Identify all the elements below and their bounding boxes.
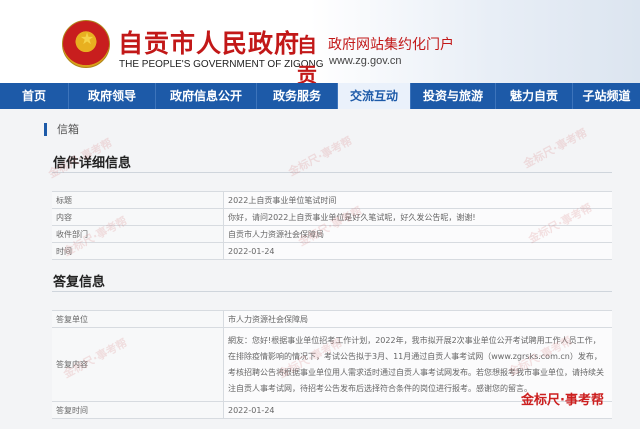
row-label-content: 内容 — [52, 209, 224, 225]
row-value-department: 自贡市人力资源社会保障局 — [224, 226, 612, 242]
nav-item-services[interactable]: 政务服务 — [257, 83, 337, 109]
nav-item-info-disclosure[interactable]: 政府信息公开 — [156, 83, 256, 109]
portal-name: 政府网站集约化门户 — [328, 37, 454, 53]
row-label-reply-content: 答复内容 — [52, 328, 224, 401]
nav-item-sub-sites[interactable]: 子站频道 — [573, 83, 640, 109]
nav-item-home[interactable]: 首页 — [0, 83, 68, 109]
table-row: 答复单位 市人力资源社会保障局 — [52, 311, 612, 328]
row-label-time: 时间 — [52, 243, 224, 259]
table-row: 时间 2022-01-24 — [52, 243, 612, 260]
row-value-title: 2022上自贡事业单位笔试时间 — [224, 192, 612, 208]
portal-url: www.zg.gov.cn — [329, 55, 402, 67]
nav-item-investment-tourism[interactable]: 投资与旅游 — [411, 83, 495, 109]
nav-item-charm-zigong[interactable]: 魅力自贡 — [496, 83, 572, 109]
nav-item-leaders[interactable]: 政府领导 — [69, 83, 155, 109]
row-value-content: 你好，请问2022上自贡事业单位是好久笔试呢，好久发公告呢，谢谢! — [224, 209, 612, 225]
site-subtitle: THE PEOPLE'S GOVERNMENT OF ZIGONG — [119, 59, 324, 70]
row-label-reply-time: 答复时间 — [52, 402, 224, 418]
table-row: 内容 你好，请问2022上自贡事业单位是好久笔试呢，好久发公告呢，谢谢! — [52, 209, 612, 226]
breadcrumb: 信箱 — [44, 121, 79, 137]
row-label-title: 标题 — [52, 192, 224, 208]
main-nav: 首页 政府领导 政府信息公开 政务服务 交流互动 投资与旅游 魅力自贡 子站频道 — [0, 83, 640, 109]
portal-logo-icon: 自贡 — [297, 33, 317, 83]
row-label-reply-unit: 答复单位 — [52, 311, 224, 327]
letter-detail-table: 标题 2022上自贡事业单位笔试时间 内容 你好，请问2022上自贡事业单位是好… — [52, 191, 612, 260]
section-divider — [52, 291, 612, 292]
table-row: 收件部门 自贡市人力资源社会保障局 — [52, 226, 612, 243]
site-header: ★ 自贡市人民政府 THE PEOPLE'S GOVERNMENT OF ZIG… — [0, 0, 640, 83]
brand-watermark: 金标尺·事考帮 — [521, 393, 604, 408]
row-value-time: 2022-01-24 — [224, 243, 612, 259]
breadcrumb-label[interactable]: 信箱 — [57, 121, 79, 137]
nav-item-interaction[interactable]: 交流互动 — [338, 83, 410, 109]
site-title[interactable]: 自贡市人民政府 — [118, 24, 300, 60]
national-emblem-icon[interactable]: ★ — [62, 20, 110, 68]
letter-section-title: 信件详细信息 — [53, 156, 132, 171]
table-row: 标题 2022上自贡事业单位笔试时间 — [52, 192, 612, 209]
row-label-department: 收件部门 — [52, 226, 224, 242]
row-value-reply-unit: 市人力资源社会保障局 — [224, 311, 612, 327]
section-divider — [52, 172, 612, 173]
watermark-text: 金标尺·事考帮 — [521, 126, 590, 171]
reply-section-title: 答复信息 — [53, 275, 106, 290]
breadcrumb-marker — [44, 122, 47, 136]
